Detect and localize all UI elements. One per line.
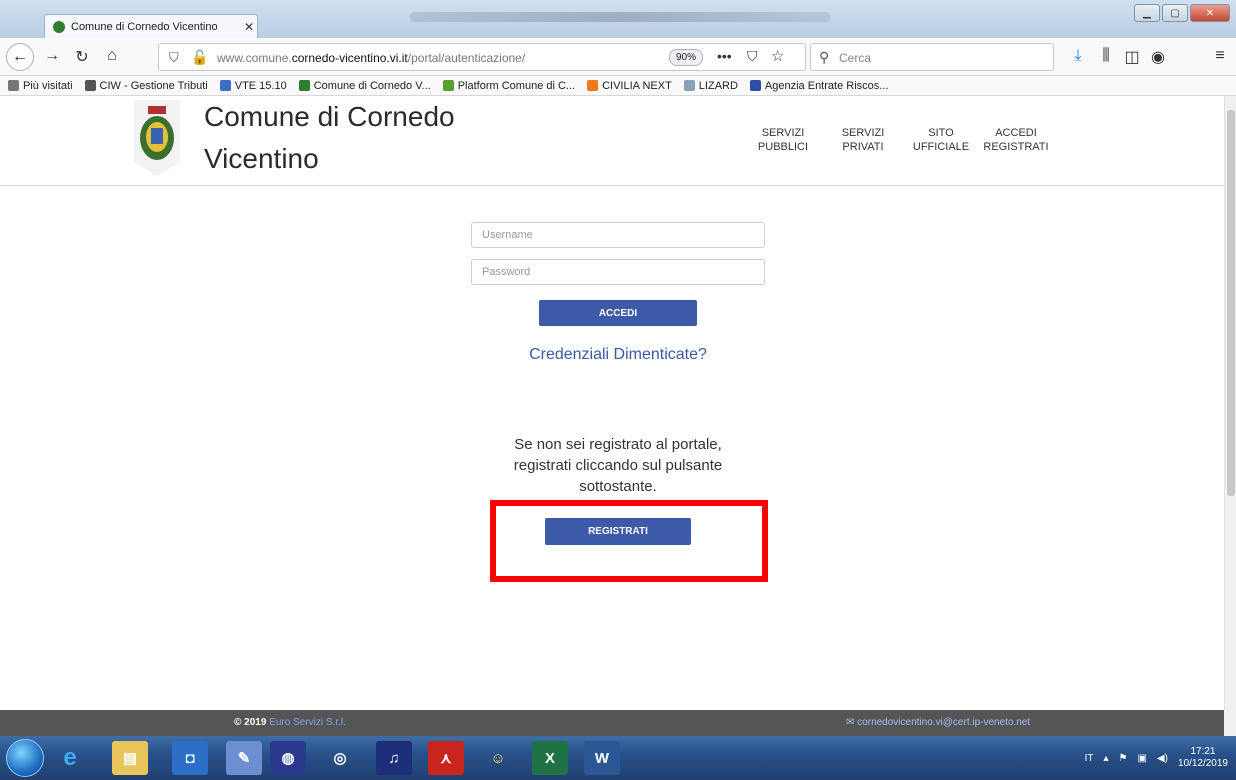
internet-explorer-icon[interactable]: e <box>52 741 88 775</box>
system-tray: IT ▴ ⚑ ▣ ◀) 17:21 10/12/2019 <box>1085 736 1228 780</box>
library-icon[interactable]: ⫼ <box>1096 47 1116 65</box>
mail-icon: ✉ <box>846 717 855 728</box>
forgot-credentials-link[interactable]: Credenziali Dimenticate? <box>0 346 1224 364</box>
bookmark-icon <box>683 80 695 91</box>
browser-titlebar: Comune di Cornedo Vicentino ✕ ▁ ▢ ✕ <box>0 0 1236 38</box>
bookmark-icon <box>442 80 454 91</box>
bookmark-icon <box>749 80 761 91</box>
bookmark-item[interactable]: Più visitati <box>8 80 73 92</box>
download-icon[interactable]: ⤓ <box>1068 47 1088 65</box>
zoom-level-badge[interactable]: 90% <box>669 49 703 66</box>
bookmark-icon <box>587 80 599 91</box>
close-tab-icon[interactable]: ✕ <box>241 20 257 34</box>
tab-title: Comune di Cornedo Vicentino <box>71 20 218 33</box>
windows-taskbar: e ▤ ◘ ✎ ◍ ◎ ♫ ⋏ ☺ X W IT ▴ ⚑ ▣ ◀) 17:21 … <box>0 736 1236 780</box>
pocket-icon[interactable]: ⛉ <box>747 48 758 65</box>
clock[interactable]: 17:21 10/12/2019 <box>1178 746 1228 770</box>
window-controls: ▁ ▢ ✕ <box>1134 4 1230 22</box>
bookmarks-toolbar: Più visitati CIW - Gestione Tributi VTE … <box>0 76 1236 96</box>
page-actions-icon[interactable]: ••• <box>717 48 732 64</box>
page-viewport: Comune di Cornedo Vicentino SERVIZI PUBBL… <box>0 96 1224 710</box>
file-explorer-icon[interactable]: ▤ <box>112 741 148 775</box>
top-navigation: SERVIZI PUBBLICI SERVIZI PRIVATI SITO UFFIC… <box>750 126 1060 154</box>
action-center-flag-icon[interactable]: ⚑ <box>1118 753 1127 764</box>
login-form <box>471 222 765 296</box>
password-field[interactable] <box>471 259 765 285</box>
reload-icon[interactable]: ↻ <box>72 47 92 67</box>
search-icon: ⚲ <box>819 49 830 65</box>
minimize-button[interactable]: ▁ <box>1134 4 1160 22</box>
chrome-icon[interactable]: ◎ <box>322 741 358 775</box>
bookmark-item[interactable]: Comune di Cornedo V... <box>298 80 431 92</box>
nav-servizi-pubblici[interactable]: SERVIZI PUBBLICI <box>750 126 816 154</box>
bookmark-icon <box>84 80 96 91</box>
language-indicator[interactable]: IT <box>1085 753 1094 764</box>
bookmark-item[interactable]: Platform Comune di C... <box>442 80 575 92</box>
word-icon[interactable]: W <box>584 741 620 775</box>
start-button[interactable] <box>6 739 44 777</box>
url-text[interactable]: www.comune.cornedo-vicentino.vi.it/porta… <box>217 51 525 65</box>
copyright-text: © 2019 Euro Servizi S.r.l. <box>234 717 346 728</box>
volume-icon[interactable]: ◀) <box>1157 753 1168 764</box>
bookmark-icon <box>298 80 310 91</box>
search-bar[interactable]: ⚲ Cerca <box>810 43 1054 71</box>
menu-icon[interactable]: ≡ <box>1210 47 1230 65</box>
forward-icon[interactable]: → <box>42 47 62 65</box>
bookmark-item[interactable]: CIW - Gestione Tributi <box>84 80 208 92</box>
back-button[interactable]: ← <box>6 43 34 71</box>
music-app-icon[interactable]: ♫ <box>376 741 412 775</box>
bookmark-item[interactable]: Agenzia Entrate Riscos... <box>749 80 888 92</box>
search-placeholder: Cerca <box>839 51 872 65</box>
sidebar-icon[interactable]: ◫ <box>1122 47 1142 67</box>
bookmark-item[interactable]: LIZARD <box>683 80 738 92</box>
users-app-icon[interactable]: ☺ <box>480 741 516 775</box>
browser-toolbar: ← → ↻ ⌂ ⛉ 🔓 www.comune.cornedo-vicentino… <box>0 38 1236 76</box>
scrollbar-track-bottom <box>1224 710 1236 736</box>
network-icon[interactable]: ▣ <box>1137 753 1146 764</box>
tracking-shield-icon[interactable]: ⛉ <box>169 50 179 66</box>
maximize-button[interactable]: ▢ <box>1162 4 1188 22</box>
nav-accedi-registrati[interactable]: ACCEDI REGISTRATI <box>972 126 1060 154</box>
bookmark-item[interactable]: VTE 15.10 <box>219 80 287 92</box>
municipal-crest-icon <box>134 100 180 176</box>
username-field[interactable] <box>471 222 765 248</box>
login-button[interactable]: ACCEDI <box>539 300 697 326</box>
blurred-window-title <box>410 12 830 22</box>
account-icon[interactable]: ◉ <box>1148 47 1168 67</box>
excel-icon[interactable]: X <box>532 741 568 775</box>
site-favicon-icon <box>53 20 65 33</box>
bookmark-item[interactable]: CIVILIA NEXT <box>587 80 672 92</box>
home-icon[interactable]: ⌂ <box>102 47 122 65</box>
address-bar[interactable]: ⛉ 🔓 www.comune.cornedo-vicentino.vi.it/p… <box>158 43 806 71</box>
nav-sito-ufficiale[interactable]: SITO UFFICIALE <box>910 126 972 154</box>
site-footer: © 2019 Euro Servizi S.r.l. ✉ cornedovice… <box>0 710 1224 736</box>
company-link[interactable]: Euro Servizi S.r.l. <box>269 717 346 728</box>
tool-app-icon[interactable]: ✎ <box>226 741 262 775</box>
scrollbar-thumb[interactable] <box>1227 110 1235 496</box>
tray-expand-icon[interactable]: ▴ <box>1103 753 1108 764</box>
close-window-button[interactable]: ✕ <box>1190 4 1230 22</box>
firefox-icon[interactable]: ◍ <box>270 741 306 775</box>
email-link[interactable]: ✉ cornedovicentino.vi@cert.ip-veneto.net <box>846 717 1030 728</box>
nav-servizi-privati[interactable]: SERVIZI PRIVATI <box>816 126 910 154</box>
browser-tab[interactable]: Comune di Cornedo Vicentino ✕ <box>44 14 258 38</box>
outlook-icon[interactable]: ◘ <box>172 741 208 775</box>
bookmark-icon <box>8 80 19 91</box>
site-title[interactable]: Comune di Cornedo Vicentino <box>204 96 524 180</box>
site-header: Comune di Cornedo Vicentino SERVIZI PUBBL… <box>0 96 1224 186</box>
bookmark-icon <box>219 80 231 91</box>
register-instructions: Se non sei registrato al portale, regist… <box>513 436 723 495</box>
bookmark-star-icon[interactable]: ☆ <box>771 47 784 65</box>
register-button[interactable]: REGISTRATI <box>545 518 691 545</box>
pdf-reader-icon[interactable]: ⋏ <box>428 741 464 775</box>
insecure-connection-icon[interactable]: 🔓 <box>191 49 208 66</box>
vertical-scrollbar[interactable] <box>1224 96 1236 710</box>
